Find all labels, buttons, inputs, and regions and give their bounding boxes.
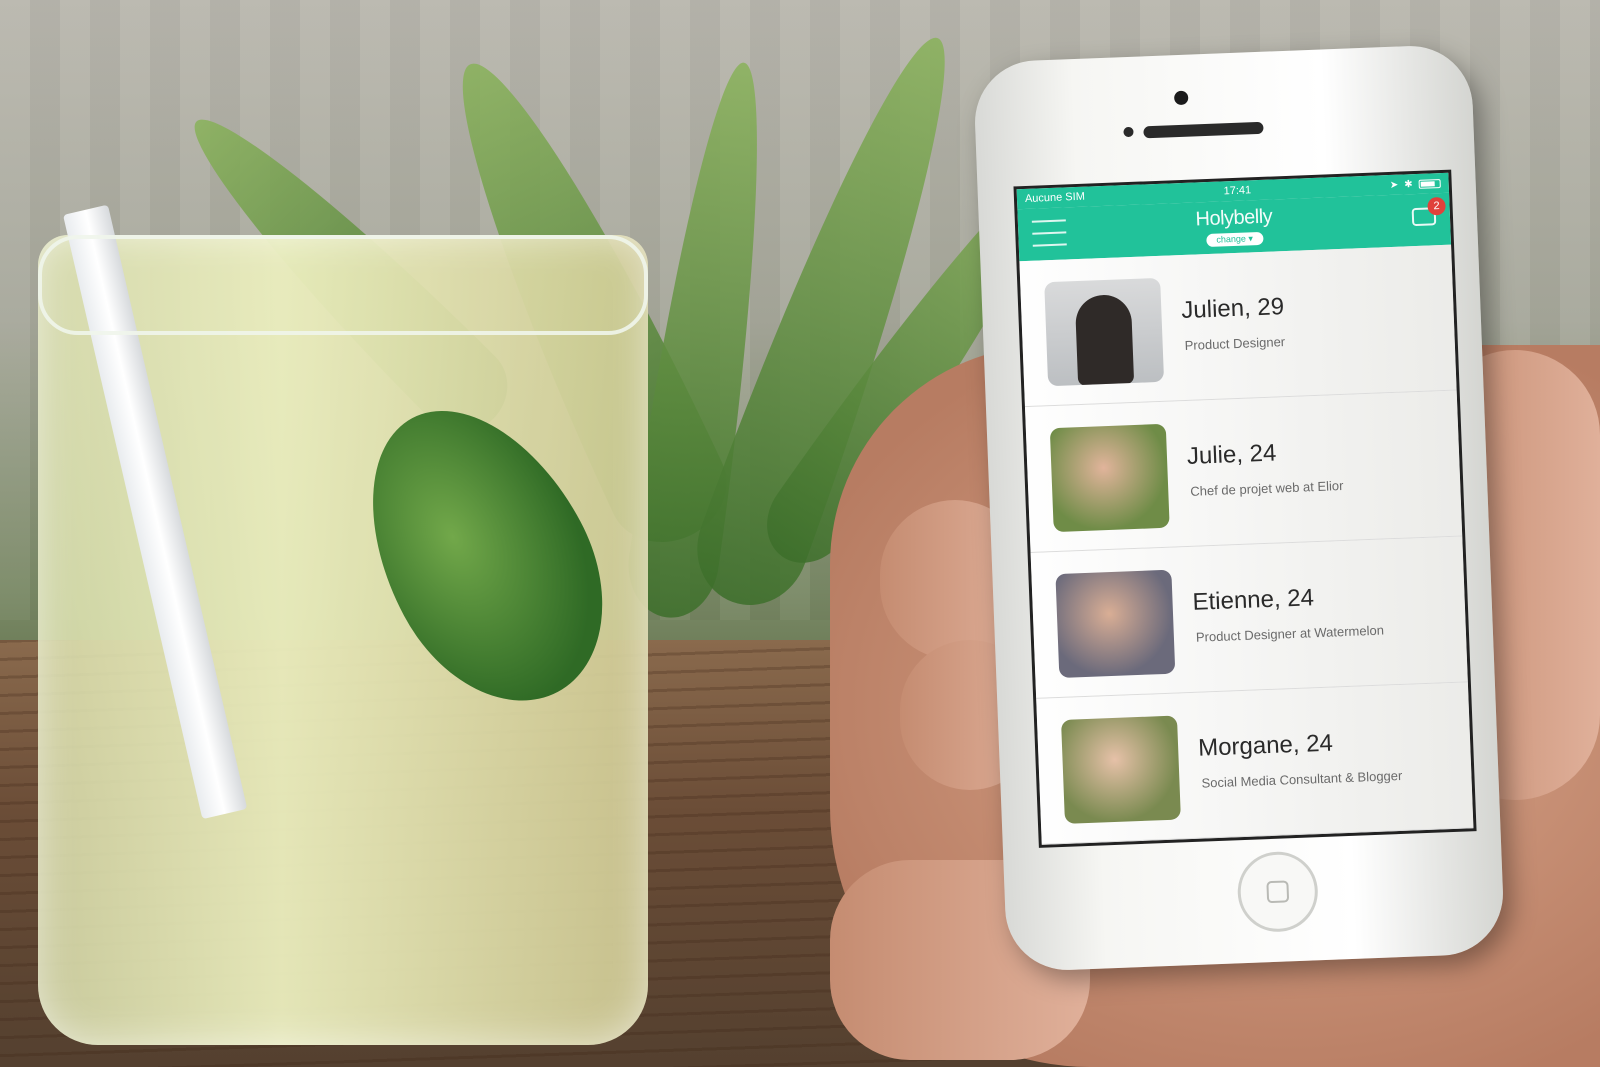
profile-card[interactable]: Julie, 24 Chef de projet web at Elior: [1024, 390, 1463, 554]
smartphone: Aucune SIM 17:41 ➤ ✱ Holybelly change ▾ …: [972, 43, 1506, 973]
profile-title: Product Designer: [1184, 334, 1286, 353]
status-icons: ➤ ✱: [1389, 178, 1441, 191]
clock: 17:41: [1223, 184, 1252, 198]
change-venue-button[interactable]: change ▾: [1206, 231, 1264, 248]
carrier-label: Aucune SIM: [1024, 190, 1086, 205]
profile-name: Julien, 29: [1180, 293, 1285, 325]
profile-card[interactable]: Morgane, 24 Social Media Consultant & Bl…: [1036, 682, 1474, 845]
profile-name: Morgane, 24: [1197, 729, 1334, 762]
battery-icon: [1418, 178, 1441, 189]
bluetooth-icon: ✱: [1404, 178, 1413, 190]
profile-card[interactable]: Julien, 29 Product Designer: [1019, 244, 1457, 408]
earpiece-speaker: [1143, 121, 1264, 139]
profile-title: Product Designer at Watermelon: [1195, 622, 1385, 645]
home-button[interactable]: [1236, 850, 1320, 934]
profile-photo: [1044, 277, 1165, 387]
profile-name: Etienne, 24: [1192, 584, 1315, 616]
location-icon: ➤: [1389, 179, 1399, 191]
profile-photo: [1061, 715, 1181, 824]
person-silhouette: [1074, 293, 1135, 387]
front-camera: [1173, 90, 1189, 106]
photo-scene: Aucune SIM 17:41 ➤ ✱ Holybelly change ▾ …: [0, 0, 1600, 1067]
home-square-icon: [1266, 880, 1290, 904]
profile-photo: [1049, 423, 1170, 533]
profile-card[interactable]: Etienne, 24 Product Designer at Watermel…: [1030, 536, 1468, 699]
profile-name: Julie, 24: [1186, 439, 1277, 470]
profile-title: Chef de projet web at Elior: [1190, 477, 1344, 499]
profile-photo: [1055, 569, 1176, 679]
glass-rim: [38, 235, 648, 335]
profile-list: Julien, 29 Product Designer Julie, 24 Ch…: [1019, 244, 1474, 845]
proximity-sensor: [1123, 126, 1134, 138]
profile-title: Social Media Consultant & Blogger: [1201, 767, 1403, 791]
phone-screen: Aucune SIM 17:41 ➤ ✱ Holybelly change ▾ …: [1013, 169, 1477, 848]
